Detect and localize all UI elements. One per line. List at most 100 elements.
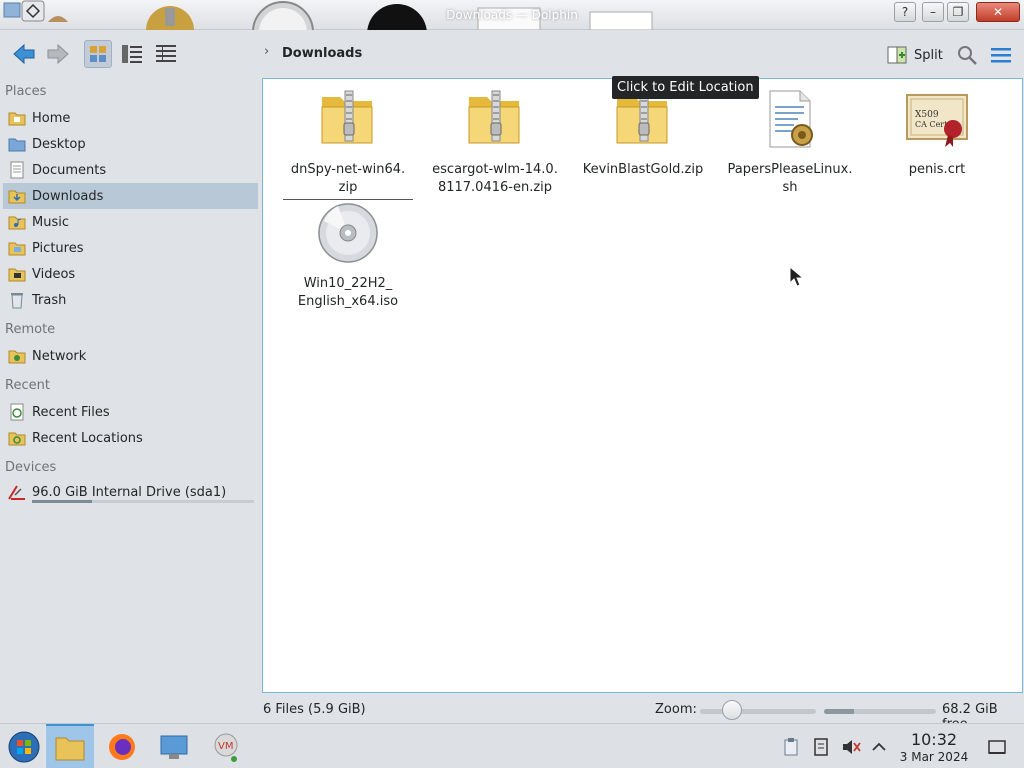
file-item[interactable]: Win10_22H2_ English_x64.iso — [283, 201, 413, 311]
file-item[interactable]: KevinBlastGold.zip — [578, 87, 708, 179]
start-orb-icon — [8, 731, 40, 762]
mouse-cursor-icon — [789, 266, 805, 287]
split-view-icon — [887, 46, 907, 64]
folder-icon — [55, 737, 85, 760]
taskbar-firefox[interactable] — [98, 724, 146, 768]
split-label: Split — [914, 47, 943, 63]
sidebar-item-label: Videos — [32, 266, 76, 282]
sidebar-item-label: Trash — [32, 292, 67, 308]
sidebar-item-home[interactable]: Home — [3, 105, 258, 131]
free-space-bar — [824, 709, 936, 714]
breadcrumb[interactable]: Downloads — [282, 46, 362, 61]
taskbar-virtual-machine[interactable]: VM — [202, 724, 250, 768]
chevron-up-icon[interactable] — [868, 736, 890, 758]
videos-folder-icon — [7, 264, 27, 284]
sidebar-item-label: Downloads — [32, 188, 104, 204]
zoom-slider-track[interactable] — [700, 709, 816, 714]
sidebar-item-label: Network — [32, 348, 87, 364]
chevron-right-icon: › — [264, 44, 270, 59]
section-remote: Remote — [5, 322, 56, 337]
help-button[interactable]: ? — [894, 2, 916, 22]
section-places: Places — [5, 84, 47, 99]
sidebar-item-label: Music — [32, 214, 69, 230]
sidebar-item-trash[interactable]: Trash — [3, 287, 258, 313]
icons-view-icon — [90, 46, 106, 62]
downloads-folder-icon — [7, 186, 27, 206]
start-menu-button[interactable] — [0, 724, 48, 768]
sidebar-item-recent-files[interactable]: Recent Files — [3, 399, 258, 425]
file-name: PapersPleaseLinux. sh — [727, 162, 853, 195]
clipboard-tray-icon[interactable] — [780, 736, 802, 758]
arrow-right-icon — [47, 43, 69, 65]
location-tooltip: Click to Edit Location — [612, 76, 759, 99]
taskbar-system-settings[interactable] — [150, 724, 198, 768]
sidebar-item-network[interactable]: Network — [3, 343, 258, 369]
trash-icon — [7, 290, 27, 310]
svg-text:X509: X509 — [915, 110, 939, 120]
certificate-icon: X509 CA Cert — [906, 94, 968, 147]
zoom-label: Zoom: — [655, 702, 697, 717]
file-count: 6 Files (5.9 GiB) — [263, 702, 366, 717]
minimize-button[interactable]: – — [922, 2, 944, 22]
back-button[interactable] — [10, 40, 38, 68]
file-item[interactable]: escargot-wlm-14.0. 8117.0416-en.zip — [430, 87, 560, 197]
search-icon[interactable] — [956, 44, 978, 66]
file-item[interactable]: PapersPleaseLinux. sh — [725, 87, 855, 197]
taskbar-dolphin[interactable] — [46, 724, 94, 768]
file-name: escargot-wlm-14.0. 8117.0416-en.zip — [432, 162, 558, 195]
forward-button[interactable] — [44, 40, 72, 68]
clock-date: 3 Mar 2024 — [899, 750, 969, 764]
file-name: Win10_22H2_ English_x64.iso — [297, 276, 399, 309]
compact-view-button[interactable] — [118, 40, 146, 68]
virtual-machine-icon: VM — [214, 733, 238, 762]
notes-tray-icon[interactable] — [810, 736, 832, 758]
sidebar-item-label: Recent Files — [32, 404, 110, 420]
sidebar-item-music[interactable]: Music — [3, 209, 258, 235]
sidebar-item-downloads[interactable]: Downloads — [3, 183, 258, 209]
file-item[interactable]: dnSpy-net-win64. zip — [283, 87, 413, 200]
desktop-icon — [7, 134, 27, 154]
section-recent: Recent — [5, 378, 50, 393]
toolbar: › Downloads Split — [0, 30, 1024, 78]
show-desktop-icon[interactable] — [986, 736, 1008, 758]
file-item[interactable]: X509 CA Cert penis.crt — [872, 87, 1002, 179]
hamburger-menu-icon[interactable] — [990, 44, 1012, 66]
title-bar: Downloads — Dolphin ? – ❐ ✕ — [0, 0, 1024, 30]
sidebar-item-videos[interactable]: Videos — [3, 261, 258, 287]
pictures-folder-icon — [7, 238, 27, 258]
sidebar-item-label: Home — [32, 110, 71, 126]
close-button[interactable]: ✕ — [976, 2, 1020, 22]
details-view-button[interactable] — [152, 40, 180, 68]
documents-icon — [7, 160, 27, 180]
zoom-slider-handle[interactable] — [722, 700, 742, 720]
file-view[interactable]: dnSpy-net-win64. zip escargot-wlm-14.0. 81… — [262, 78, 1023, 693]
music-folder-icon — [7, 212, 27, 232]
sidebar-item-documents[interactable]: Documents — [3, 157, 258, 183]
status-bar: 6 Files (5.9 GiB) Zoom: 68.2 GiB free — [0, 697, 1024, 732]
sidebar-item-label: Recent Locations — [32, 430, 143, 446]
volume-muted-icon[interactable] — [840, 736, 862, 758]
svg-text:VM: VM — [218, 741, 233, 752]
shell-script-icon — [769, 90, 813, 148]
places-panel: Places Home Desktop Documents Downloads … — [0, 80, 262, 700]
arrow-left-icon — [13, 43, 35, 65]
details-view-icon — [156, 45, 176, 62]
clock[interactable]: 10:32 3 Mar 2024 — [896, 731, 972, 765]
drive-usage-bar — [32, 500, 254, 503]
home-folder-icon — [7, 108, 27, 128]
firefox-icon — [109, 733, 135, 760]
section-devices: Devices — [5, 460, 57, 475]
sidebar-item-recent-locations[interactable]: Recent Locations — [3, 425, 258, 451]
icons-view-button[interactable] — [84, 40, 112, 68]
sidebar-item-pictures[interactable]: Pictures — [3, 235, 258, 261]
file-name: dnSpy-net-win64. zip — [283, 161, 413, 200]
maximize-button[interactable]: ❐ — [947, 2, 969, 22]
sidebar-item-label: Documents — [32, 162, 107, 178]
zip-folder-icon — [321, 90, 373, 144]
sidebar-item-label: Pictures — [32, 240, 84, 256]
sidebar-item-label: Desktop — [32, 136, 86, 152]
hard-drive-icon — [7, 482, 27, 502]
split-button[interactable]: Split — [886, 42, 943, 68]
system-settings-icon — [160, 735, 188, 759]
sidebar-item-desktop[interactable]: Desktop — [3, 131, 258, 157]
